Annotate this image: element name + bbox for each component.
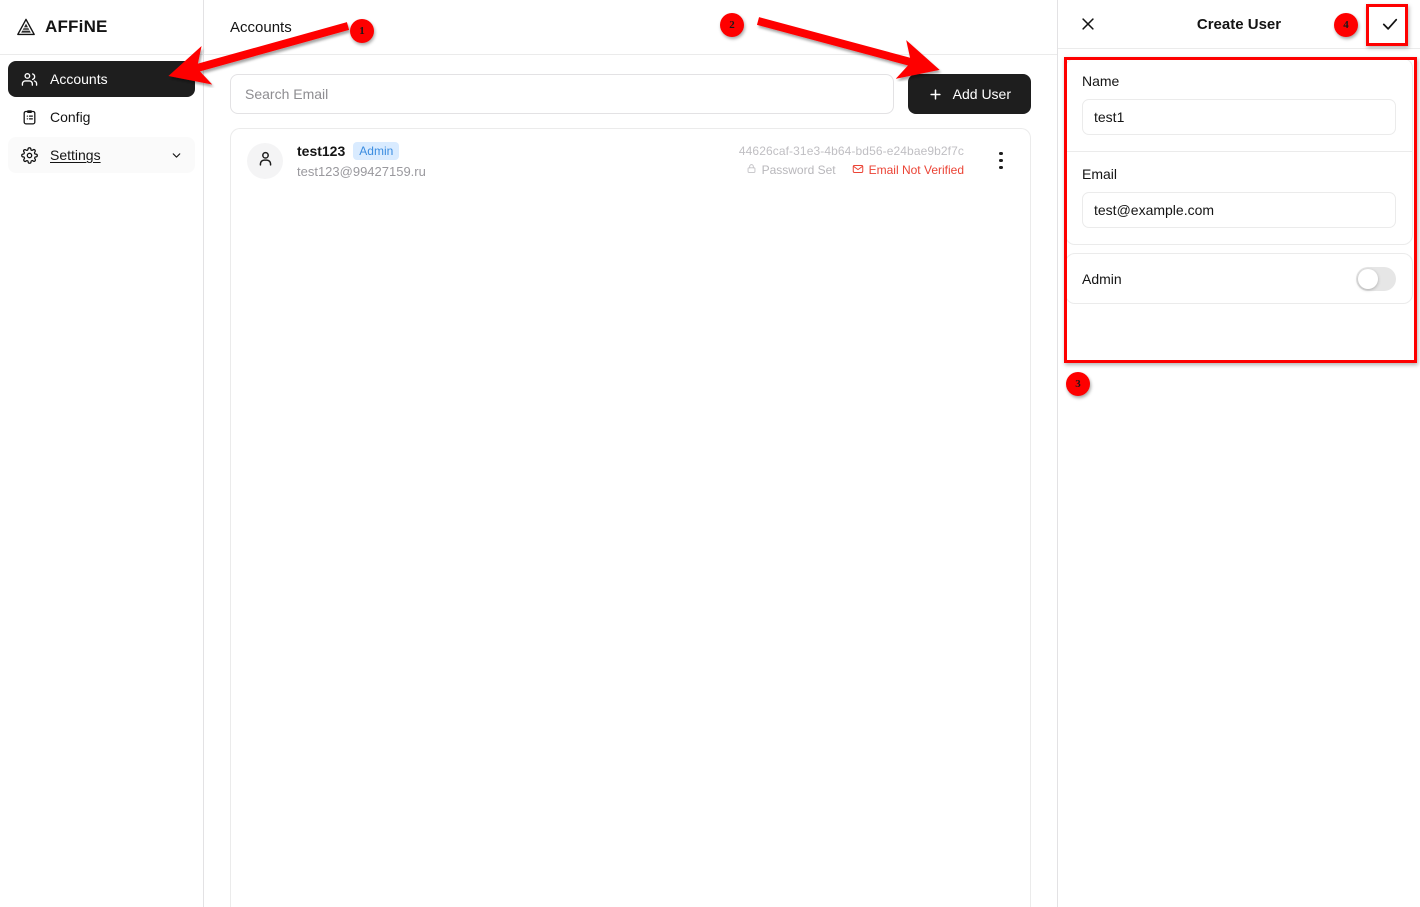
sidebar-item-accounts[interactable]: Accounts (8, 61, 195, 97)
search-placeholder: Search Email (245, 86, 329, 102)
name-field-value: test1 (1094, 109, 1125, 125)
clipboard-icon (20, 108, 38, 126)
mail-alert-icon (852, 163, 864, 178)
field-email: Email test@example.com (1066, 151, 1412, 244)
users-icon (20, 70, 38, 88)
search-input[interactable]: Search Email (230, 74, 894, 114)
gear-icon (20, 146, 38, 164)
status-badge: Admin (353, 142, 400, 160)
main-header: Accounts (204, 0, 1057, 55)
sidebar-item-label-config: Config (50, 109, 91, 125)
admin-toggle-row: Admin (1065, 253, 1413, 304)
main-content: Accounts Search Email Add User test123 A… (204, 0, 1057, 907)
user-email: test123@99427159.ru (297, 164, 426, 179)
table-row[interactable]: test123 Admin test123@99427159.ru 44626c… (231, 129, 1030, 192)
avatar (247, 142, 283, 179)
email-field[interactable]: test@example.com (1082, 192, 1396, 228)
sidebar: AFFiNE Accounts Config Settings (0, 0, 204, 907)
accounts-toolbar: Search Email Add User (204, 55, 1057, 114)
name-field[interactable]: test1 (1082, 99, 1396, 135)
users-list: test123 Admin test123@99427159.ru 44626c… (230, 128, 1031, 907)
dot-2 (999, 158, 1003, 163)
add-user-label: Add User (952, 86, 1011, 102)
email-field-value: test@example.com (1094, 202, 1215, 218)
brand-header: AFFiNE (0, 0, 203, 55)
admin-toggle-label: Admin (1082, 270, 1122, 287)
add-user-button[interactable]: Add User (907, 74, 1031, 114)
affine-logo-icon (16, 17, 36, 37)
email-verification-status: Email Not Verified (852, 163, 964, 178)
lock-icon (746, 163, 757, 177)
user-status-line: Password Set Email Not Verified (746, 163, 964, 178)
user-name: test123 (297, 143, 346, 159)
user-name-line: test123 Admin (297, 142, 426, 160)
sidebar-item-label-accounts: Accounts (50, 71, 108, 87)
user-meta: 44626caf-31e3-4b64-bd56-e24bae9b2f7c Pas… (739, 144, 964, 178)
field-label-name: Name (1082, 73, 1120, 89)
field-label-email: Email (1082, 166, 1118, 182)
password-status-label: Password Set (761, 163, 836, 177)
panel-header: Create User (1058, 0, 1420, 49)
panel-title: Create User (1196, 15, 1282, 33)
plus-icon (928, 86, 944, 102)
email-verification-label: Email Not Verified (868, 163, 964, 177)
admin-toggle[interactable] (1356, 266, 1396, 291)
create-user-panel: Create User Name test1 Email test@exampl… (1057, 0, 1420, 907)
page-title: Accounts (230, 18, 292, 36)
dot-1 (999, 152, 1003, 156)
password-status: Password Set (746, 163, 836, 177)
sidebar-item-label-settings: Settings (50, 147, 101, 163)
more-vertical-icon[interactable] (988, 148, 1014, 174)
admin-toggle-knob (1358, 268, 1378, 289)
chevron-down-icon[interactable] (169, 148, 183, 162)
dot-3 (999, 165, 1003, 169)
user-id: 44626caf-31e3-4b64-bd56-e24bae9b2f7c (738, 143, 964, 158)
form-group-identity: Name test1 Email test@example.com (1065, 58, 1413, 245)
close-icon[interactable] (1072, 8, 1104, 40)
create-user-form: Name test1 Email test@example.com Admin (1058, 49, 1420, 304)
sidebar-item-config[interactable]: Config (8, 99, 195, 135)
brand-name: AFFiNE (45, 17, 108, 36)
more-dots (999, 152, 1003, 169)
user-avatar-icon (256, 149, 275, 173)
sidebar-nav: Accounts Config Settings (0, 55, 203, 173)
field-name: Name test1 (1066, 59, 1412, 151)
check-icon[interactable] (1374, 8, 1406, 40)
user-info: test123 Admin test123@99427159.ru (297, 142, 426, 179)
sidebar-item-settings[interactable]: Settings (8, 137, 195, 173)
